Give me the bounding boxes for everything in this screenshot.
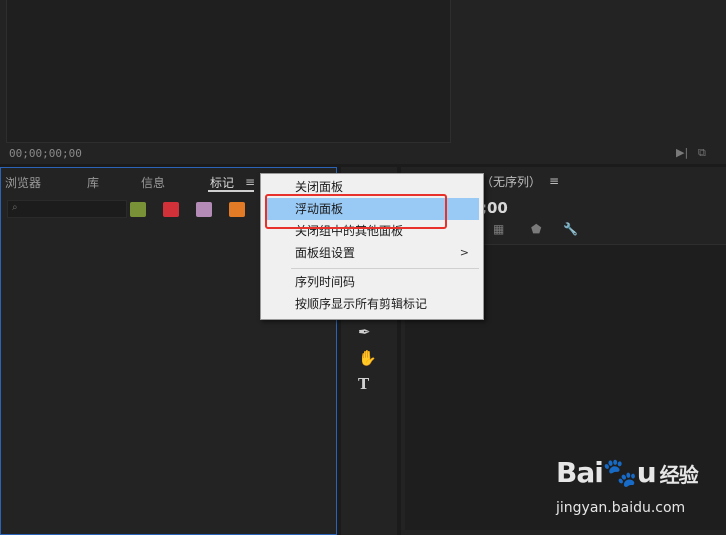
watermark-logo: Bai🐾u 经验 — [556, 456, 699, 489]
trim-icon[interactable]: ▦ — [493, 222, 504, 236]
type-icon[interactable]: T — [358, 375, 369, 393]
active-tab-underline — [208, 190, 254, 192]
source-timecode: 00;00;00;00 — [9, 147, 82, 160]
menu-item-sequence-timecode[interactable]: 序列时间码 — [265, 271, 479, 293]
annotation-highlight-box — [265, 194, 447, 229]
color-filter-olive[interactable] — [130, 202, 146, 217]
wrench-icon[interactable]: 🔧 — [563, 222, 578, 236]
source-controls: ▶| ⧉ — [666, 142, 726, 164]
tab-browser[interactable]: 浏览器 — [5, 174, 41, 191]
source-video-area — [6, 0, 451, 143]
marker-search-input[interactable]: ⌕ — [7, 200, 127, 218]
step-forward-icon[interactable]: ▶| — [676, 146, 688, 159]
menu-divider — [291, 268, 479, 269]
color-filter-lavender[interactable] — [196, 202, 212, 217]
tab-markers[interactable]: 标记 — [210, 174, 234, 191]
hand-icon[interactable]: ✋ — [358, 349, 377, 367]
search-icon: ⌕ — [12, 202, 18, 213]
menu-item-show-all-clip-markers[interactable]: 按顺序显示所有剪辑标记 — [265, 293, 479, 315]
marker-icon[interactable]: ⬟ — [531, 222, 541, 236]
panel-menu-icon[interactable]: ≡ — [245, 175, 255, 189]
chevron-right-icon: > — [459, 246, 469, 259]
watermark-url: jingyan.baidu.com — [556, 500, 686, 516]
tab-info[interactable]: 信息 — [141, 174, 165, 191]
menu-item-panel-group-settings[interactable]: 面板组设置 > — [265, 242, 479, 264]
baidu-jingyan-watermark: Bai🐾u 经验 jingyan.baidu.com — [556, 456, 726, 535]
tab-libraries[interactable]: 库 — [87, 174, 99, 191]
color-filter-red[interactable] — [163, 202, 179, 217]
color-filter-orange[interactable] — [229, 202, 245, 217]
program-timecode: ;00 — [481, 199, 508, 217]
program-title[interactable]: （无序列） — [481, 173, 541, 190]
pen-icon[interactable]: ✒ — [358, 323, 371, 341]
source-monitor-panel: 00;00;00;00 ▶| ⧉ — [0, 0, 726, 164]
program-menu-icon[interactable]: ≡ — [549, 174, 559, 188]
export-frame-icon[interactable]: ⧉ — [698, 146, 706, 160]
